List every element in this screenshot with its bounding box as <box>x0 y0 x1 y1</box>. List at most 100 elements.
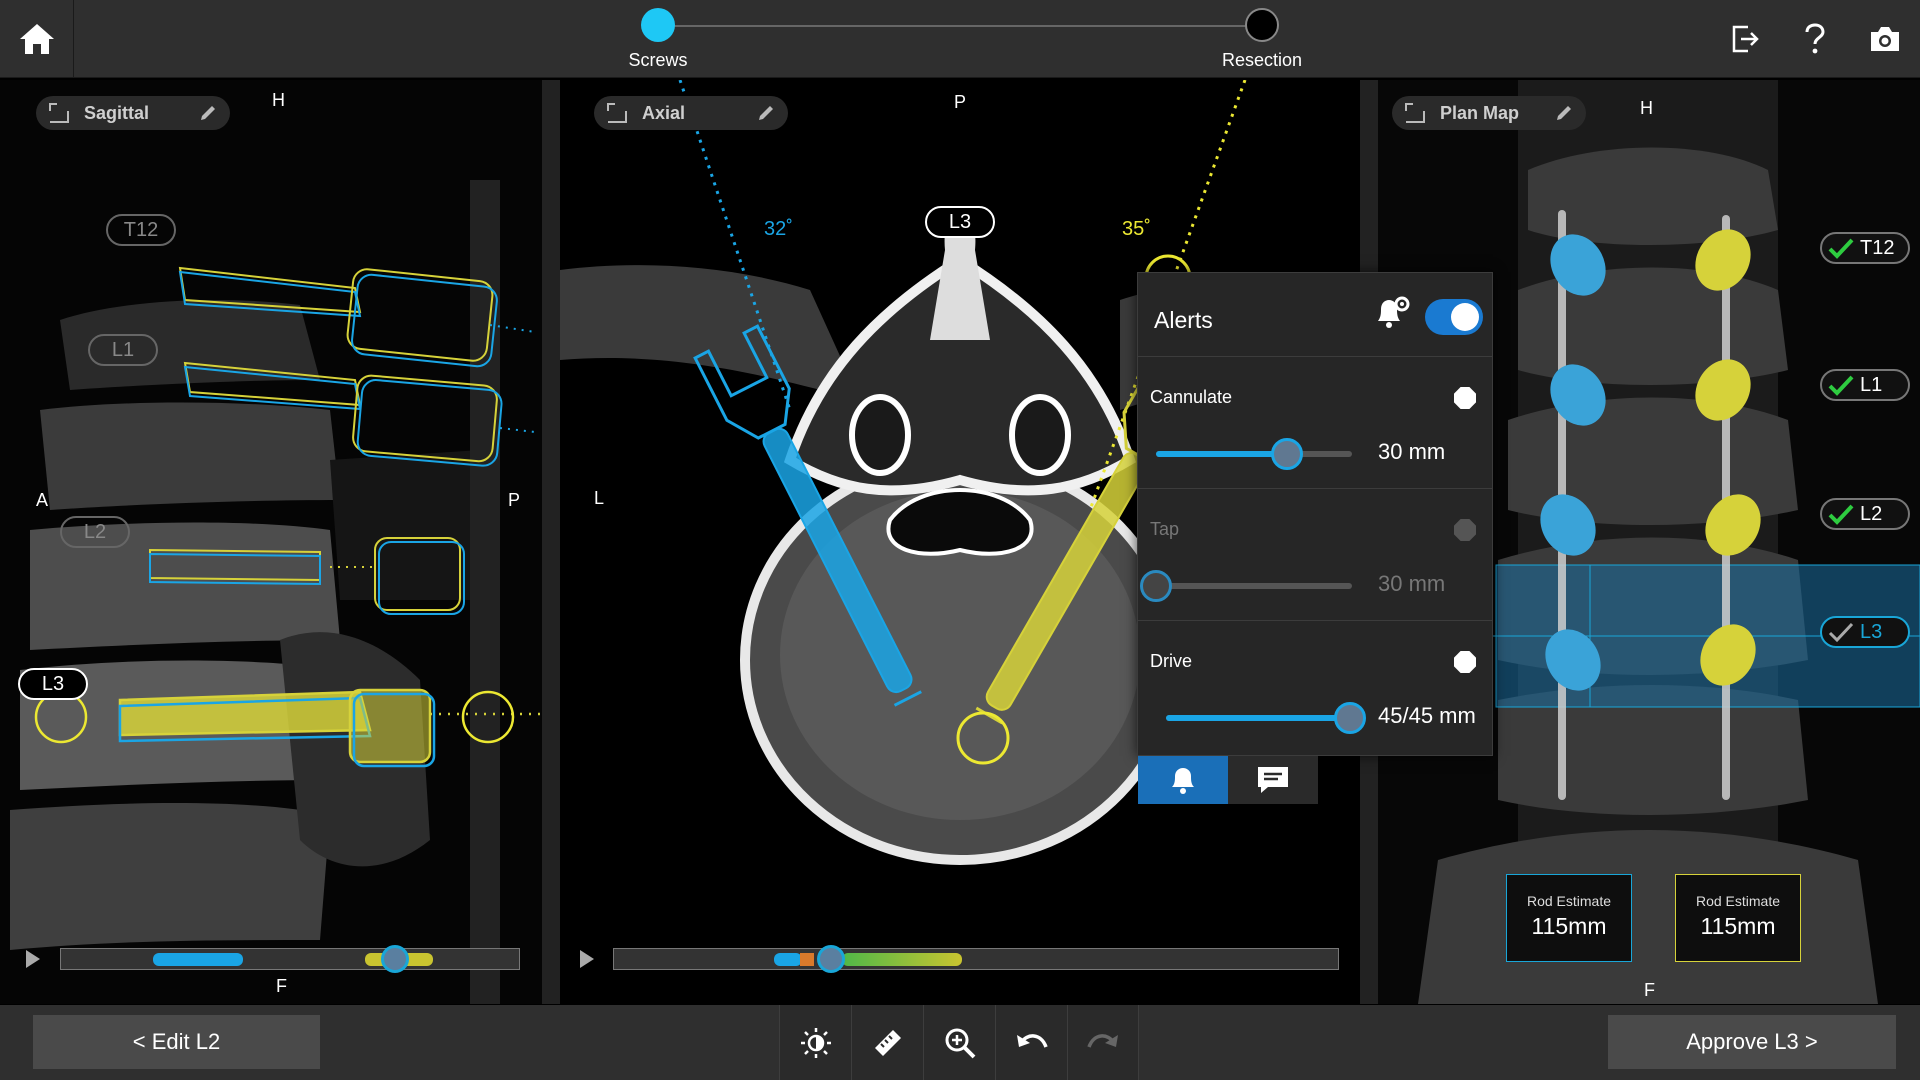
top-bar: Screws Resection <box>0 0 1920 78</box>
sagittal-play-button[interactable] <box>26 950 40 968</box>
expand-icon[interactable] <box>606 102 628 124</box>
alerts-toggle[interactable] <box>1425 299 1483 335</box>
help-icon <box>1805 23 1825 54</box>
step-label: Resection <box>1221 50 1303 70</box>
level-label-l1[interactable]: L1 <box>88 334 158 366</box>
edit-pencil-icon[interactable] <box>1554 103 1574 123</box>
slider-fill <box>1166 715 1350 721</box>
rod-estimate-left: Rod Estimate 115mm <box>1506 874 1632 962</box>
scrub-range-green <box>842 953 962 966</box>
level-label-l3[interactable]: L3 <box>18 668 88 700</box>
brightness-tool[interactable] <box>779 1005 851 1080</box>
alert-section-name: Cannulate <box>1150 387 1233 407</box>
tap-slider[interactable] <box>1140 570 1352 602</box>
approve-level-button[interactable]: Approve L3 > <box>1608 1015 1896 1069</box>
camera-icon <box>1871 27 1899 51</box>
stop-icon[interactable] <box>1454 651 1476 673</box>
alert-section-drive: Drive 45/45 mm <box>1138 621 1492 753</box>
view-tools <box>779 1005 1139 1080</box>
orient-foot: F <box>1644 980 1655 1000</box>
plan-level-label: L2 <box>1860 502 1883 525</box>
sagittal-scrub-bar[interactable] <box>60 945 520 973</box>
exit-button[interactable] <box>1710 0 1780 78</box>
alert-section-cannulate: Cannulate 30 mm <box>1138 357 1492 489</box>
check-icon <box>1828 238 1854 259</box>
slider-knob[interactable] <box>1334 702 1366 734</box>
alerts-tab[interactable] <box>1138 756 1228 804</box>
brightness-icon <box>800 1027 831 1058</box>
alert-section-tap: Tap 30 mm <box>1138 489 1492 621</box>
rod-estimate-value: 115mm <box>1700 913 1776 939</box>
orient-anterior: A <box>36 490 49 510</box>
alerts-header: Alerts <box>1138 273 1492 357</box>
slider-knob[interactable] <box>1140 570 1172 602</box>
check-outline-icon <box>1828 622 1854 643</box>
edit-previous-button[interactable]: < Edit L2 <box>33 1015 320 1069</box>
exit-icon <box>1732 25 1759 53</box>
alert-section-value: 45/45 mm <box>1378 703 1476 728</box>
sagittal-view[interactable]: Sagittal H A P F T12 L1 L2 L3 <box>0 80 542 1004</box>
plan-level-l2[interactable]: L2 <box>1820 498 1910 530</box>
workflow-steps: Screws Resection <box>628 0 1302 78</box>
orient-posterior: P <box>508 490 521 510</box>
plan-level-label: T12 <box>1860 236 1895 259</box>
app-root: Screws Resection Sagittal H A P F T12 L1… <box>0 0 1920 1080</box>
top-right-tools <box>1710 0 1920 78</box>
step-dot-pending <box>1245 8 1279 42</box>
expand-icon[interactable] <box>1404 102 1426 124</box>
cannulate-slider[interactable] <box>1156 438 1352 470</box>
ruler-icon <box>874 1029 901 1056</box>
zoom-tool[interactable] <box>923 1005 995 1080</box>
edit-pencil-icon[interactable] <box>756 103 776 123</box>
toggle-thumb <box>1451 303 1479 331</box>
axial-scrub-bar[interactable] <box>613 945 1339 973</box>
help-button[interactable] <box>1780 0 1850 78</box>
stop-icon[interactable] <box>1454 519 1476 541</box>
axial-label[interactable]: Axial <box>594 96 788 130</box>
orient-foot: F <box>276 976 287 996</box>
bell-icon <box>1172 768 1194 794</box>
rod-estimate-value: 115mm <box>1531 913 1607 939</box>
alert-settings-icon[interactable] <box>1372 295 1412 331</box>
axial-scrub-knob[interactable] <box>817 945 846 973</box>
drive-slider[interactable] <box>1166 702 1366 734</box>
alerts-tabs <box>1138 756 1318 804</box>
plan-level-l3[interactable]: L3 <box>1820 616 1910 648</box>
sagittal-label[interactable]: Sagittal <box>36 96 230 130</box>
rod-estimate-right: Rod Estimate 115mm <box>1675 874 1801 962</box>
alerts-popup: Alerts Cannulate 30 mm Tap 30 mm Drive 4… <box>1137 272 1493 756</box>
step-resection[interactable]: Resection <box>1192 8 1332 71</box>
slider-knob[interactable] <box>1271 438 1304 470</box>
plan-level-l1[interactable]: L1 <box>1820 369 1910 401</box>
expand-icon[interactable] <box>48 102 70 124</box>
messages-tab[interactable] <box>1228 756 1318 804</box>
step-screws[interactable]: Screws <box>588 8 728 71</box>
alert-section-name: Tap <box>1150 519 1180 539</box>
check-icon <box>1828 375 1854 396</box>
level-label-l2[interactable]: L2 <box>60 516 130 548</box>
home-button[interactable] <box>0 0 74 78</box>
plan-level-label: L1 <box>1860 373 1883 396</box>
alert-section-name: Drive <box>1150 651 1193 671</box>
redo-tool[interactable] <box>1067 1005 1139 1080</box>
level-label-t12[interactable]: T12 <box>106 214 176 246</box>
scrub-range-orange <box>800 953 814 966</box>
edit-pencil-icon[interactable] <box>198 103 218 123</box>
stop-icon[interactable] <box>1454 387 1476 409</box>
sagittal-scrub-knob[interactable] <box>381 945 410 973</box>
plan-map-label[interactable]: Plan Map <box>1392 96 1586 130</box>
axial-play-button[interactable] <box>580 950 594 968</box>
plan-level-t12[interactable]: T12 <box>1820 232 1910 264</box>
view-title: Sagittal <box>84 102 150 123</box>
step-line <box>658 25 1262 27</box>
panel-divider <box>542 80 560 1004</box>
ruler-tool[interactable] <box>851 1005 923 1080</box>
check-icon <box>1828 504 1854 525</box>
axial-level-label[interactable]: L3 <box>925 206 995 238</box>
camera-button[interactable] <box>1850 0 1920 78</box>
orient-head: H <box>1640 98 1653 118</box>
undo-tool[interactable] <box>995 1005 1067 1080</box>
alert-section-value: 30 mm <box>1378 571 1446 596</box>
plan-level-label: L3 <box>1860 620 1883 643</box>
angle-left: 32˚ <box>764 218 793 240</box>
